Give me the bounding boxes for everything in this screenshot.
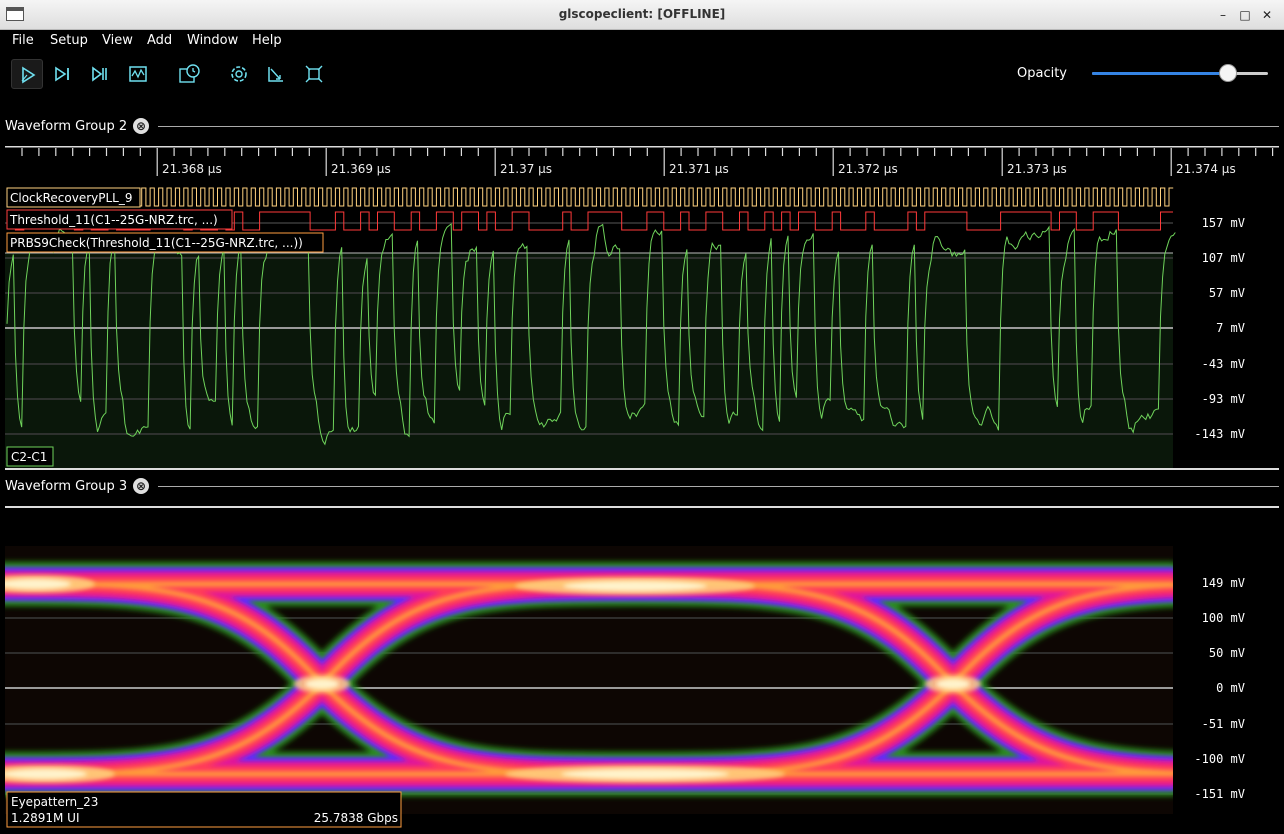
eye-pattern-canvas[interactable]: 149 mV 100 mV 50 mV 0 mV -51 mV -100 mV … xyxy=(5,506,1279,834)
menu-add[interactable]: Add xyxy=(147,33,172,48)
y-axis-label: -51 mV xyxy=(1202,717,1245,731)
y-axis-label: 7 mV xyxy=(1216,321,1245,335)
group-separator xyxy=(158,126,1279,127)
stop-trigger-icon xyxy=(129,66,147,82)
y-axis-label: -143 mV xyxy=(1194,427,1245,441)
menu-setup[interactable]: Setup xyxy=(50,33,88,48)
waveform-group-2-header: Waveform Group 2 ⊗ xyxy=(5,115,1279,139)
panel-bottom-border xyxy=(5,468,1279,470)
opacity-label: Opacity xyxy=(1017,66,1068,81)
menu-window[interactable]: Window xyxy=(187,33,238,48)
waveform-group-2-canvas[interactable]: 21.368 μs 21.369 μs 21.37 μs 21.371 μs 2… xyxy=(5,146,1279,470)
opacity-slider[interactable] xyxy=(1092,64,1268,82)
timeline-label: 21.369 μs xyxy=(331,162,391,176)
y-axis-label: 57 mV xyxy=(1209,286,1245,300)
maximize-icon[interactable]: □ xyxy=(1236,6,1254,24)
history-icon xyxy=(179,64,200,83)
y-axis-label: 50 mV xyxy=(1209,646,1245,660)
waveform-group-2-title: Waveform Group 2 xyxy=(5,119,128,134)
start-trigger-button[interactable] xyxy=(11,59,43,89)
channel-label-text: Threshold_11(C1--25G-NRZ.trc, ...) xyxy=(9,213,218,227)
window-title: glscopeclient: [OFFLINE] xyxy=(558,7,726,21)
eye-hotspot xyxy=(305,679,339,689)
timeline-label: 21.368 μs xyxy=(162,162,222,176)
minimize-icon[interactable]: – xyxy=(1214,6,1232,24)
eye-ui-count: 1.2891M UI xyxy=(11,811,79,825)
y-axis-label: 100 mV xyxy=(1202,611,1245,625)
eye-pattern-name: Eyepattern_23 xyxy=(11,795,98,809)
timeline-border xyxy=(5,146,1279,148)
menu-view[interactable]: View xyxy=(102,33,133,48)
close-icon[interactable]: ✕ xyxy=(1258,6,1276,24)
panel-top-border xyxy=(5,506,1279,508)
refresh-icon xyxy=(231,66,247,82)
eye-hotspot xyxy=(563,581,707,591)
eye-pattern-info-box[interactable]: Eyepattern_23 1.2891M UI 25.7838 Gbps xyxy=(6,791,402,828)
y-axis-label: -100 mV xyxy=(1194,752,1245,766)
single-trigger-button[interactable] xyxy=(47,59,79,89)
toolbar: Opacity xyxy=(5,52,1279,96)
close-group-2-icon[interactable]: ⊗ xyxy=(133,118,149,134)
group-separator xyxy=(158,486,1279,487)
y-axis-label: 149 mV xyxy=(1202,576,1245,590)
waveform-group-2-panel[interactable]: 21.368 μs 21.369 μs 21.37 μs 21.371 μs 2… xyxy=(5,146,1279,470)
channel-label-c2-c1[interactable]: C2-C1 xyxy=(6,446,54,467)
opacity-slider-handle[interactable] xyxy=(1218,64,1237,82)
timeline-label: 21.371 μs xyxy=(669,162,729,176)
eye-bit-rate: 25.7838 Gbps xyxy=(314,811,398,825)
analog-plot-background xyxy=(5,253,1173,470)
timeline-label: 21.373 μs xyxy=(1007,162,1067,176)
channel-label-threshold[interactable]: Threshold_11(C1--25G-NRZ.trc, ...) xyxy=(6,209,233,230)
timeline-label: 21.372 μs xyxy=(838,162,898,176)
start-trigger-icon xyxy=(21,66,36,84)
force-trigger-button[interactable] xyxy=(84,59,116,89)
single-trigger-icon xyxy=(55,66,69,82)
menu-bar: File Setup View Add Window Help xyxy=(5,30,1279,52)
fullscreen-icon xyxy=(268,67,283,82)
waveform-group-3-header: Waveform Group 3 ⊗ xyxy=(5,475,1279,499)
y-axis-label: 0 mV xyxy=(1216,681,1245,695)
force-trigger-icon xyxy=(92,66,107,82)
zoom-fit-button[interactable] xyxy=(298,59,330,89)
y-axis-label: 107 mV xyxy=(1202,251,1245,265)
eye-hotspot xyxy=(936,679,970,689)
timeline-label: 21.374 μs xyxy=(1176,162,1236,176)
channel-label-text: PRBS9Check(Threshold_11(C1--25G-NRZ.trc,… xyxy=(10,236,303,250)
eye-hotspot xyxy=(5,769,87,779)
y-axis-label: -93 mV xyxy=(1202,392,1245,406)
channel-label-clock[interactable]: ClockRecoveryPLL_9 xyxy=(6,187,141,208)
history-button[interactable] xyxy=(173,59,205,89)
channel-label-text: C2-C1 xyxy=(11,450,47,464)
title-bar: glscopeclient: [OFFLINE] – □ ✕ xyxy=(0,0,1284,30)
timeline-label: 21.37 μs xyxy=(500,162,552,176)
fullscreen-button[interactable] xyxy=(260,59,292,89)
channel-label-prbs[interactable]: PRBS9Check(Threshold_11(C1--25G-NRZ.trc,… xyxy=(6,232,324,253)
close-group-3-icon[interactable]: ⊗ xyxy=(133,478,149,494)
stop-trigger-button[interactable] xyxy=(122,59,154,89)
zoom-fit-icon xyxy=(305,65,323,83)
menu-file[interactable]: File xyxy=(12,33,34,48)
menu-help[interactable]: Help xyxy=(252,33,282,48)
waveform-group-3-title: Waveform Group 3 xyxy=(5,479,128,494)
refresh-button[interactable] xyxy=(223,59,255,89)
y-axis-label: -43 mV xyxy=(1202,357,1245,371)
waveform-group-3-panel[interactable]: 149 mV 100 mV 50 mV 0 mV -51 mV -100 mV … xyxy=(5,506,1279,834)
y-axis-label: 157 mV xyxy=(1202,216,1245,230)
opacity-slider-fill xyxy=(1092,72,1228,75)
channel-label-text: ClockRecoveryPLL_9 xyxy=(10,191,132,205)
y-axis-label: -151 mV xyxy=(1194,787,1245,801)
eye-hotspot xyxy=(561,769,729,779)
